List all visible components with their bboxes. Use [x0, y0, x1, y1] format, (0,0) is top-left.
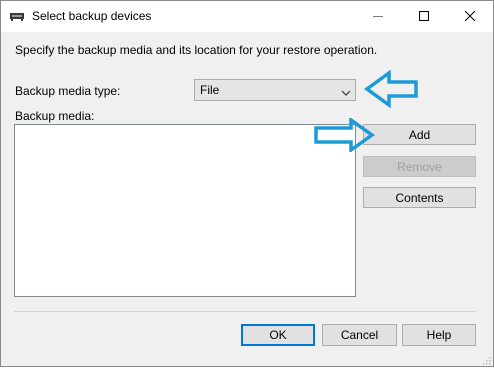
backup-media-type-dropdown[interactable]: File: [194, 79, 356, 101]
contents-button[interactable]: Contents: [363, 187, 476, 208]
left-arrow-annotation-icon: [364, 70, 418, 108]
close-button[interactable]: [447, 1, 493, 32]
chevron-down-icon: [341, 86, 351, 96]
close-icon: [464, 10, 476, 24]
instruction-text: Specify the backup media and its locatio…: [15, 43, 378, 57]
maximize-button[interactable]: [401, 1, 447, 32]
backup-device-icon: [9, 10, 25, 22]
maximize-icon: [419, 10, 429, 24]
backup-media-label: Backup media:: [15, 109, 95, 123]
minimize-button[interactable]: [355, 1, 401, 32]
ok-button[interactable]: OK: [241, 324, 315, 346]
resize-grip-icon[interactable]: [481, 354, 491, 365]
minimize-icon: [373, 10, 383, 24]
title-bar: Select backup devices: [1, 1, 493, 32]
add-button[interactable]: Add: [363, 124, 476, 145]
cancel-button[interactable]: Cancel: [322, 324, 397, 346]
remove-button: Remove: [363, 156, 476, 177]
backup-media-type-label: Backup media type:: [15, 84, 121, 98]
backup-media-type-value: File: [200, 83, 220, 97]
help-button[interactable]: Help: [402, 324, 476, 346]
divider: [14, 311, 476, 312]
select-backup-devices-dialog: Select backup devices Specify the backup…: [0, 0, 494, 367]
right-arrow-annotation-icon: [314, 118, 375, 152]
window-title: Select backup devices: [32, 9, 152, 23]
backup-media-list[interactable]: [14, 124, 356, 297]
